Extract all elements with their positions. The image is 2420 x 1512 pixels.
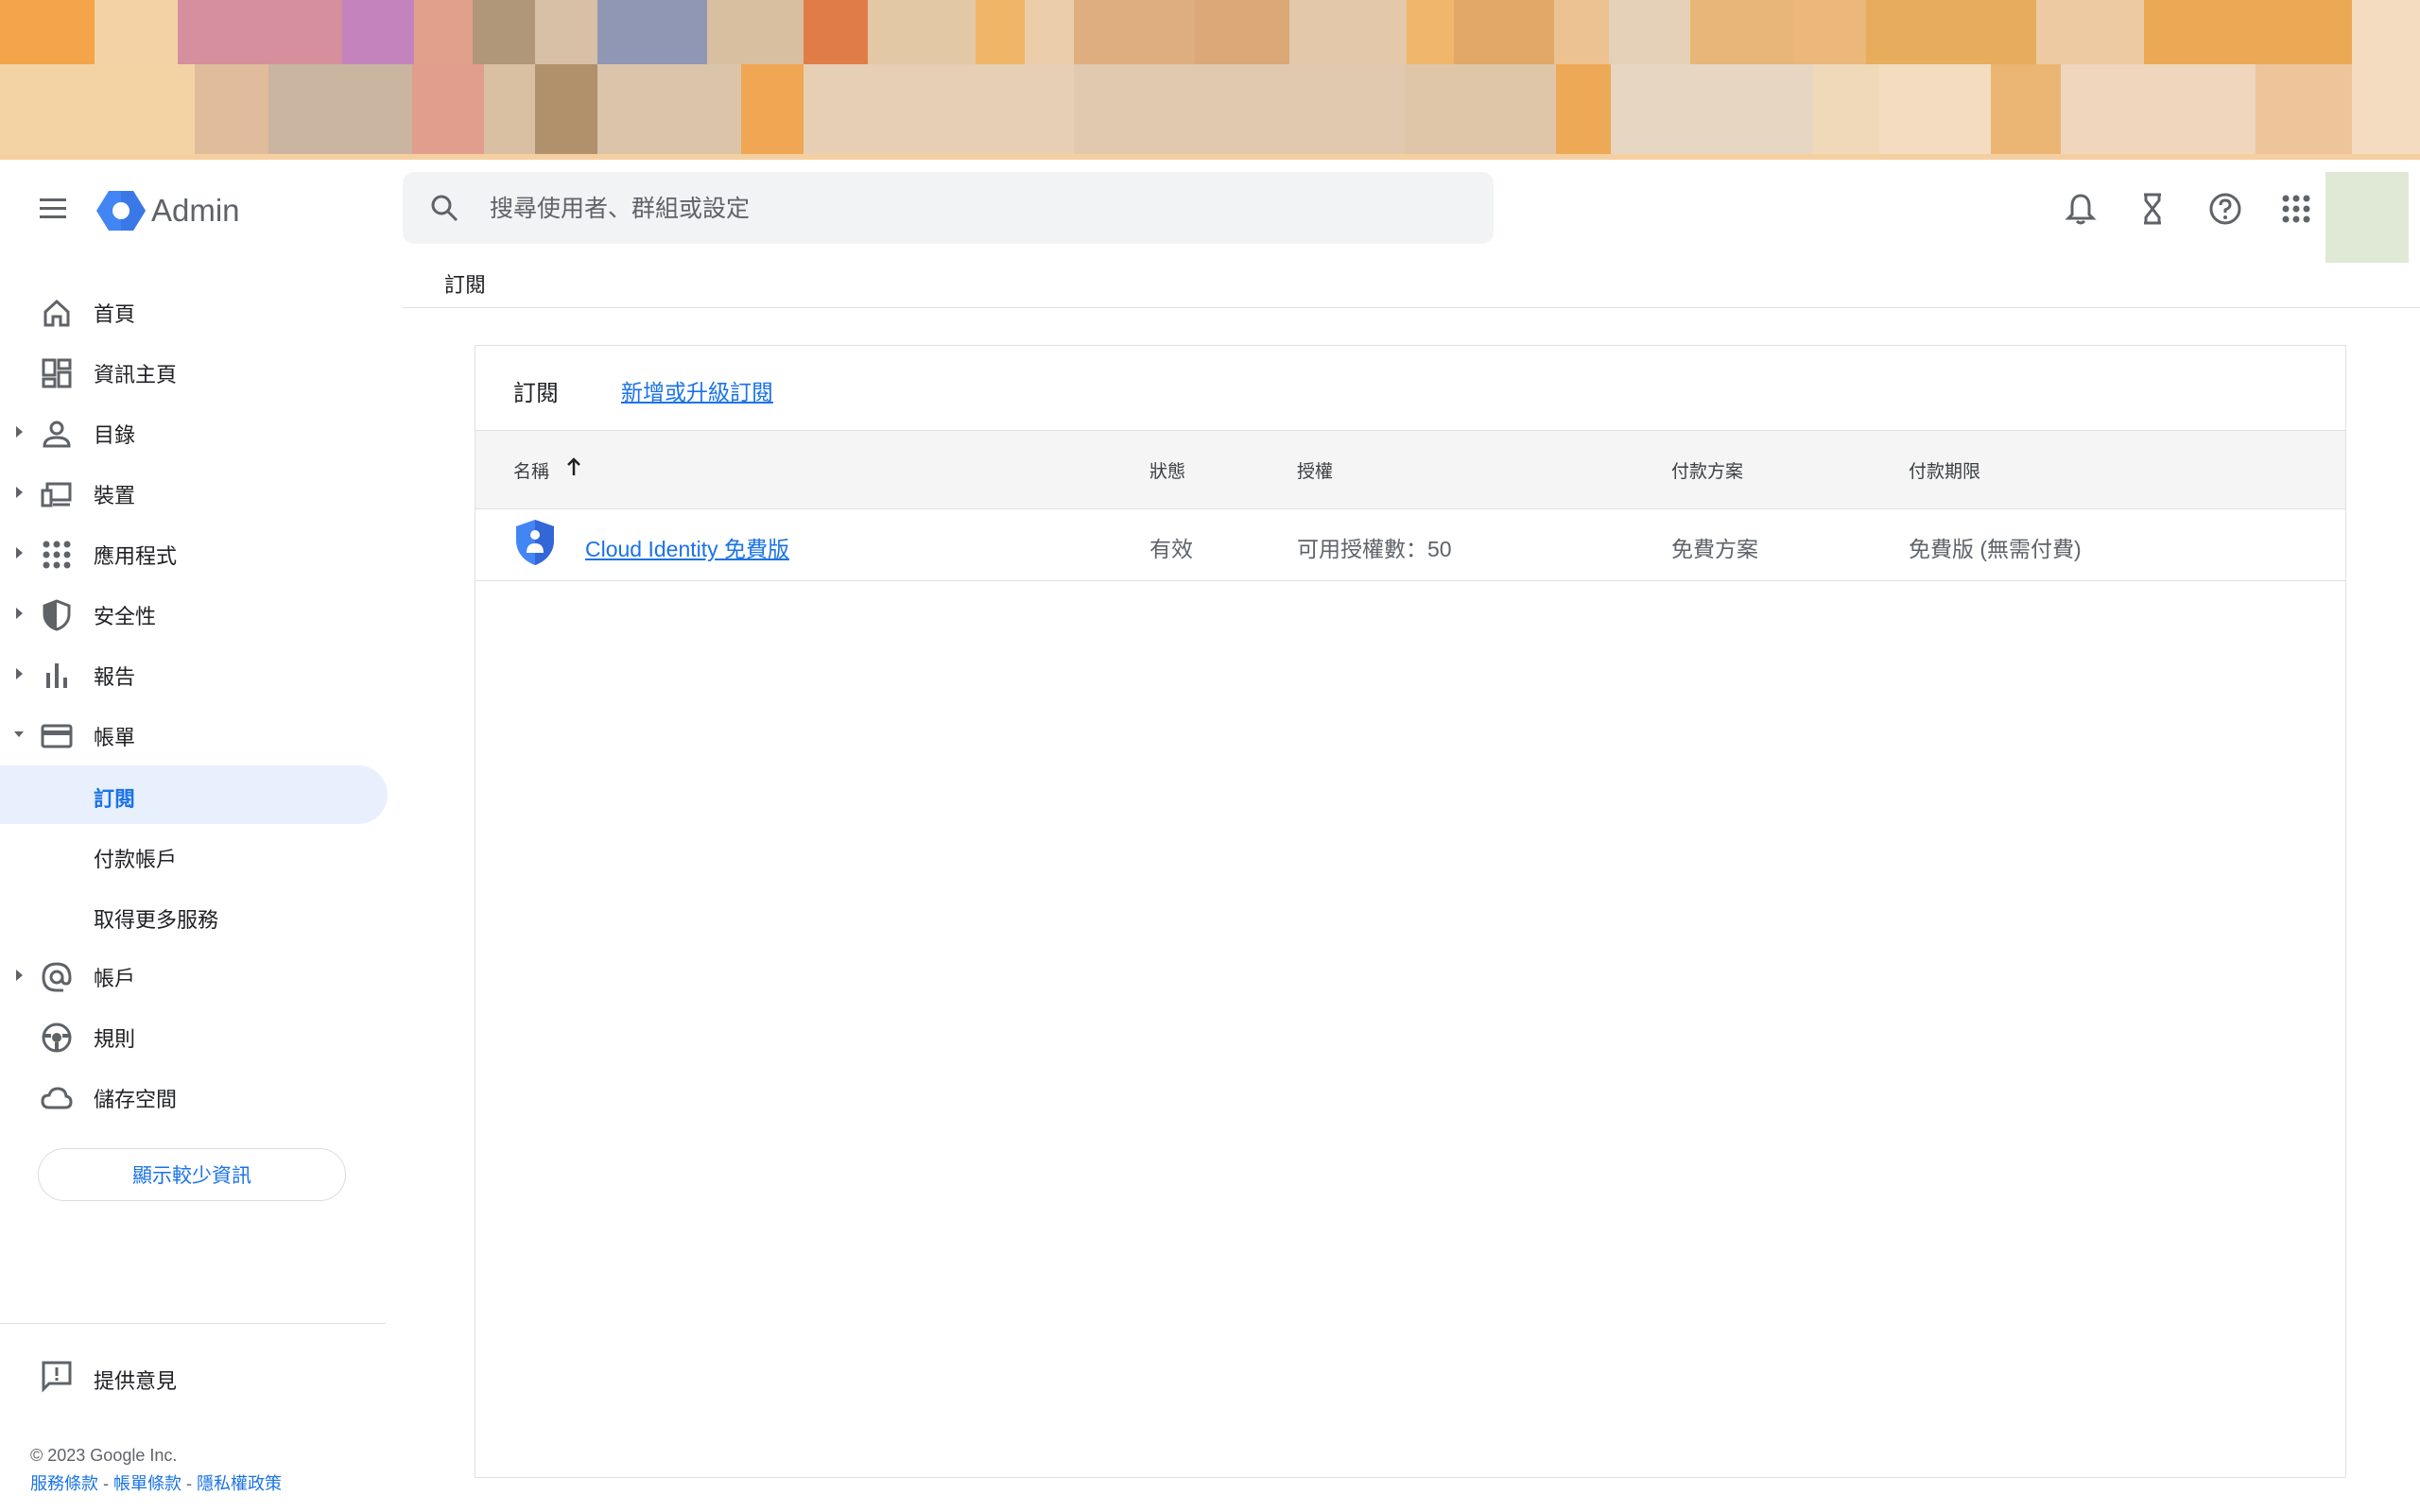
home-icon <box>43 299 70 327</box>
help-icon[interactable] <box>2207 191 2243 227</box>
rules-icon <box>42 1022 72 1053</box>
bar-chart-icon <box>46 663 67 688</box>
person-icon <box>43 421 71 448</box>
sidebar-subitem-payment-accounts[interactable]: 付款帳戶 <box>0 826 388 885</box>
top-banner-image <box>0 0 2420 154</box>
sidebar-subitem-label: 取得更多服務 <box>94 908 219 932</box>
app-title[interactable]: Admin <box>151 189 240 232</box>
expand-arrow-icon[interactable] <box>13 604 25 623</box>
privacy-policy-link[interactable]: 隱私權政策 <box>197 1474 282 1493</box>
feedback-label: 提供意見 <box>94 1369 178 1393</box>
sidebar-subitem-subscriptions[interactable]: 訂閱 <box>0 765 388 824</box>
sidebar-item-security[interactable]: 安全性 <box>0 587 388 640</box>
sidebar-divider <box>0 1323 386 1324</box>
sidebar-item-label: 資訊主頁 <box>94 363 178 387</box>
terms-of-service-link[interactable]: 服務條款 <box>30 1474 98 1493</box>
column-header-name[interactable]: 名稱 <box>513 457 549 483</box>
banner-divider <box>0 154 2420 160</box>
sort-ascending-icon[interactable] <box>562 455 585 478</box>
admin-logo[interactable] <box>96 189 146 232</box>
sidebar-item-label: 裝置 <box>94 484 136 507</box>
card-header: 訂閱 新增或升級訂閱 <box>475 346 2345 429</box>
feedback-button[interactable]: 提供意見 <box>0 1351 386 1404</box>
column-header-plan[interactable]: 付款方案 <box>1671 457 1743 483</box>
notifications-icon[interactable] <box>2063 191 2099 227</box>
shield-icon <box>43 599 71 631</box>
billing-terms-link[interactable]: 帳單條款 <box>113 1474 182 1493</box>
plan-cell: 免費方案 <box>1671 537 1758 561</box>
table-row[interactable]: Cloud Identity 免費版 有效 可用授權數：50 免費方案 免費版 … <box>475 508 2345 581</box>
sidebar-item-dashboard[interactable]: 資訊主頁 <box>0 345 388 398</box>
sidebar-item-home[interactable]: 首頁 <box>0 284 388 337</box>
copyright-text: © 2023 Google Inc. <box>30 1446 178 1465</box>
status-cell: 有效 <box>1150 537 1193 561</box>
cloud-identity-icon <box>516 520 554 565</box>
sidebar-item-label: 應用程式 <box>94 544 178 568</box>
expand-arrow-icon[interactable] <box>13 966 25 985</box>
sidebar-item-label: 安全性 <box>94 605 157 628</box>
footer-links: 服務條款 - 帳單條款 - 隱私權政策 <box>30 1470 282 1495</box>
expand-arrow-icon[interactable] <box>13 422 25 441</box>
product-name-link[interactable]: Cloud Identity 免費版 <box>585 531 789 563</box>
feedback-icon <box>42 1361 72 1393</box>
sidebar-item-apps[interactable]: 應用程式 <box>0 526 388 579</box>
footer-separator: - <box>98 1474 113 1493</box>
sidebar-item-label: 規則 <box>94 1027 136 1051</box>
at-sign-icon <box>42 962 72 992</box>
devices-icon <box>41 482 72 507</box>
show-less-button[interactable]: 顯示較少資訊 <box>38 1148 346 1201</box>
breadcrumb-divider <box>403 307 2420 308</box>
hourglass-icon[interactable] <box>2135 191 2170 227</box>
sidebar-subitem-label: 付款帳戶 <box>94 848 178 871</box>
sidebar-item-billing[interactable]: 帳單 <box>0 708 388 761</box>
column-header-status[interactable]: 狀態 <box>1150 457 1185 483</box>
column-header-license[interactable]: 授權 <box>1297 457 1333 483</box>
license-cell: 可用授權數：50 <box>1297 537 1452 561</box>
expand-arrow-icon[interactable] <box>13 483 25 502</box>
sidebar-item-label: 帳單 <box>94 726 136 749</box>
sidebar-subitem-get-more-services[interactable]: 取得更多服務 <box>0 886 388 945</box>
sidebar-item-storage[interactable]: 儲存空間 <box>0 1070 388 1123</box>
sidebar-item-reports[interactable]: 報告 <box>0 647 388 700</box>
breadcrumb: 訂閱 <box>444 273 487 297</box>
sidebar-item-rules[interactable]: 規則 <box>0 1009 388 1062</box>
footer-separator: - <box>182 1474 197 1493</box>
sidebar-item-label: 首頁 <box>94 302 136 326</box>
apps-icon[interactable] <box>2278 191 2314 227</box>
cloud-icon <box>41 1087 73 1109</box>
term-cell: 免費版 (無需付費) <box>1909 537 2082 561</box>
sidebar-item-label: 目錄 <box>94 423 136 447</box>
subscriptions-card: 訂閱 新增或升級訂閱 名稱 狀態 授權 付款方案 付款期限 Cloud Iden… <box>475 345 2346 1478</box>
sidebar-item-directory[interactable]: 目錄 <box>0 405 388 458</box>
sidebar-item-account[interactable]: 帳戶 <box>0 949 388 1002</box>
collapse-arrow-icon[interactable] <box>13 725 25 744</box>
expand-arrow-icon[interactable] <box>13 543 25 562</box>
sidebar-subitem-label: 訂閱 <box>94 787 136 811</box>
main-menu-button[interactable] <box>34 189 72 227</box>
apps-grid-icon <box>43 541 71 569</box>
expand-arrow-icon[interactable] <box>13 664 25 683</box>
menu-icon <box>40 198 66 218</box>
dashboard-icon <box>42 358 72 388</box>
sidebar-item-devices[interactable]: 裝置 <box>0 466 388 519</box>
search-icon[interactable] <box>427 191 461 225</box>
account-avatar[interactable] <box>2325 172 2409 263</box>
sidebar-item-label: 報告 <box>94 665 136 689</box>
credit-card-icon <box>41 724 73 748</box>
sidebar-item-label: 帳戶 <box>94 967 136 990</box>
sidebar-item-label: 儲存空間 <box>94 1088 178 1111</box>
card-title: 訂閱 <box>513 381 559 406</box>
column-header-term[interactable]: 付款期限 <box>1909 457 1980 483</box>
table-header: 名稱 狀態 授權 付款方案 付款期限 <box>475 430 2345 509</box>
add-upgrade-subscription-link[interactable]: 新增或升級訂閱 <box>621 374 773 406</box>
search-bar[interactable] <box>403 172 1494 246</box>
search-input[interactable] <box>488 172 1456 246</box>
